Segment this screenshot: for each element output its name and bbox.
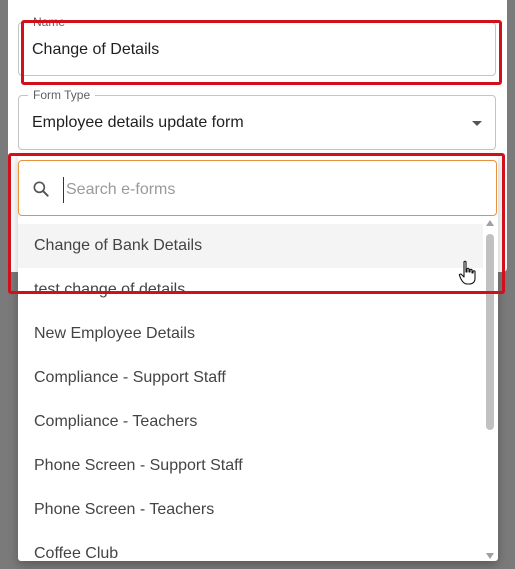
name-field[interactable]: Name Change of Details — [18, 15, 496, 76]
scroll-thumb[interactable] — [486, 234, 494, 430]
search-box[interactable] — [18, 160, 497, 216]
list-scrollbar[interactable] — [485, 220, 495, 559]
chevron-down-icon[interactable] — [472, 121, 482, 126]
list-item[interactable]: Phone Screen - Teachers — [18, 488, 483, 532]
form-type-value[interactable]: Employee details update form — [32, 114, 244, 132]
hand-pointer-icon — [458, 260, 476, 285]
scroll-down-arrow-icon[interactable] — [486, 553, 494, 559]
eform-dropdown: Change of Bank Details test change of de… — [18, 154, 498, 561]
list-item[interactable]: test change of details — [18, 268, 483, 312]
list-item[interactable]: Change of Bank Details — [18, 224, 483, 268]
search-input[interactable] — [63, 177, 468, 203]
eform-list: Change of Bank Details test change of de… — [18, 224, 483, 561]
list-item[interactable]: Coffee Club — [18, 532, 483, 561]
name-field-label: Name — [28, 15, 71, 29]
form-type-label: Form Type — [28, 88, 96, 102]
form-type-select[interactable]: Form Type Employee details update form — [18, 88, 496, 150]
list-item[interactable]: Compliance - Support Staff — [18, 356, 483, 400]
list-item[interactable]: Phone Screen - Support Staff — [18, 444, 483, 488]
scroll-up-arrow-icon[interactable] — [486, 220, 494, 226]
list-item[interactable]: New Employee Details — [18, 312, 483, 356]
name-field-value[interactable]: Change of Details — [32, 41, 159, 59]
search-icon — [33, 181, 49, 197]
list-item[interactable]: Compliance - Teachers — [18, 400, 483, 444]
